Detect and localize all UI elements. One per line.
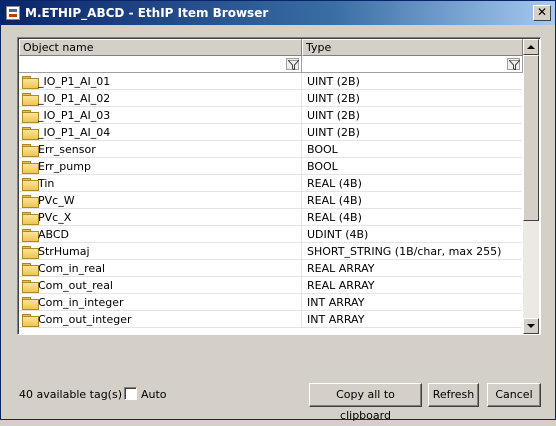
object-name-cell[interactable]: Tin <box>19 175 302 192</box>
close-button[interactable]: ✕ <box>533 5 551 21</box>
folder-icon <box>22 229 39 242</box>
folder-icon <box>22 314 39 327</box>
object-name-text: ABCD <box>38 228 70 241</box>
object-name-text: _IO_P1_AI_03 <box>38 109 111 122</box>
object-name-cell[interactable]: PVc_X <box>19 209 302 226</box>
auto-checkbox-label[interactable]: Auto <box>141 388 167 401</box>
vertical-scrollbar[interactable] <box>523 39 539 334</box>
table-row[interactable]: _IO_P1_AI_01 UINT (2B) <box>19 73 522 90</box>
type-cell[interactable]: BOOL <box>303 158 522 175</box>
table-row[interactable]: _IO_P1_AI_02 UINT (2B) <box>19 90 522 107</box>
folder-icon <box>22 178 39 191</box>
app-icon <box>6 6 20 20</box>
folder-icon <box>22 246 39 259</box>
cancel-button[interactable]: Cancel <box>487 383 541 407</box>
item-browser-window: M.ETHIP_ABCD - EthIP Item Browser ✕ Obje… <box>0 0 556 422</box>
table-row[interactable]: Err_sensor BOOL <box>19 141 522 158</box>
tag-grid[interactable]: Object name Type _IO_P1_AI_01 UINT (2B) _I… <box>17 37 541 335</box>
table-row[interactable]: Com_in_integer INT ARRAY <box>19 294 522 311</box>
table-row[interactable]: Tin REAL (4B) <box>19 175 522 192</box>
table-row[interactable]: PVc_W REAL (4B) <box>19 192 522 209</box>
type-cell[interactable]: UDINT (4B) <box>303 226 522 243</box>
table-row[interactable]: Com_out_real REAL ARRAY <box>19 277 522 294</box>
column-header-type[interactable]: Type <box>302 39 523 56</box>
table-row[interactable]: _IO_P1_AI_03 UINT (2B) <box>19 107 522 124</box>
object-name-text: Err_sensor <box>38 143 96 156</box>
object-name-text: PVc_X <box>38 211 72 224</box>
table-row[interactable]: Com_out_integer INT ARRAY <box>19 311 522 328</box>
object-name-text: StrHumaj <box>38 245 90 258</box>
copy-all-to-clipboard-button[interactable]: Copy all to clipboard <box>309 383 422 422</box>
folder-icon <box>22 161 39 174</box>
type-cell[interactable]: REAL (4B) <box>303 175 522 192</box>
tag-count-label: 40 available tag(s) <box>19 388 122 401</box>
object-name-text: Com_in_integer <box>38 296 124 309</box>
table-row[interactable]: PVc_X REAL (4B) <box>19 209 522 226</box>
table-row[interactable]: ABCD UDINT (4B) <box>19 226 522 243</box>
object-name-text: Com_in_real <box>38 262 105 275</box>
type-cell[interactable]: REAL (4B) <box>303 192 522 209</box>
filter-type-cell[interactable] <box>302 56 523 73</box>
table-row[interactable]: StrHumaj SHORT_STRING (1B/char, max 255) <box>19 243 522 260</box>
type-cell[interactable]: UINT (2B) <box>303 90 522 107</box>
type-cell[interactable]: BOOL <box>303 141 522 158</box>
window-title: M.ETHIP_ABCD - EthIP Item Browser <box>25 6 269 20</box>
column-header-object-name[interactable]: Object name <box>19 39 302 56</box>
type-cell[interactable]: REAL (4B) <box>303 209 522 226</box>
folder-icon <box>22 110 39 123</box>
object-name-cell[interactable]: Com_in_integer <box>19 294 302 311</box>
filter-icon[interactable] <box>507 58 520 70</box>
type-cell[interactable]: SHORT_STRING (1B/char, max 255) <box>303 243 522 260</box>
object-name-cell[interactable]: Com_in_real <box>19 260 302 277</box>
folder-icon <box>22 297 39 310</box>
type-cell[interactable]: REAL ARRAY <box>303 260 522 277</box>
refresh-button[interactable]: Refresh <box>428 383 479 407</box>
folder-icon <box>22 195 39 208</box>
folder-icon <box>22 144 39 157</box>
type-cell[interactable]: REAL ARRAY <box>303 277 522 294</box>
folder-icon <box>22 263 39 276</box>
type-cell[interactable]: UINT (2B) <box>303 124 522 141</box>
object-name-text: Com_out_real <box>38 279 113 292</box>
scrollbar-thumb[interactable] <box>523 55 539 221</box>
scroll-up-arrow-icon[interactable] <box>523 39 539 55</box>
object-name-text: _IO_P1_AI_02 <box>38 92 111 105</box>
auto-checkbox[interactable] <box>124 387 137 400</box>
folder-icon <box>22 93 39 106</box>
type-cell[interactable]: UINT (2B) <box>303 73 522 90</box>
object-name-cell[interactable]: ABCD <box>19 226 302 243</box>
scroll-down-arrow-icon[interactable] <box>523 318 539 334</box>
object-name-cell[interactable]: _IO_P1_AI_04 <box>19 124 302 141</box>
object-name-cell[interactable]: Err_pump <box>19 158 302 175</box>
folder-icon <box>22 76 39 89</box>
object-name-cell[interactable]: StrHumaj <box>19 243 302 260</box>
title-bar[interactable]: M.ETHIP_ABCD - EthIP Item Browser ✕ <box>1 1 555 25</box>
tag-rows: _IO_P1_AI_01 UINT (2B) _IO_P1_AI_02 UINT (2… <box>19 73 522 335</box>
object-name-cell[interactable]: PVc_W <box>19 192 302 209</box>
filter-name-cell[interactable] <box>19 56 302 73</box>
type-cell[interactable]: INT ARRAY <box>303 311 522 328</box>
folder-icon <box>22 127 39 140</box>
table-row[interactable]: Com_in_real REAL ARRAY <box>19 260 522 277</box>
object-name-cell[interactable]: _IO_P1_AI_01 <box>19 73 302 90</box>
object-name-text: _IO_P1_AI_01 <box>38 75 111 88</box>
object-name-cell[interactable]: _IO_P1_AI_02 <box>19 90 302 107</box>
type-cell[interactable]: INT ARRAY <box>303 294 522 311</box>
object-name-text: Com_out_integer <box>38 313 132 326</box>
table-row[interactable]: Err_pump BOOL <box>19 158 522 175</box>
object-name-text: Tin <box>38 177 55 190</box>
object-name-text: _IO_P1_AI_04 <box>38 126 111 139</box>
object-name-cell[interactable]: Err_sensor <box>19 141 302 158</box>
object-name-text: Err_pump <box>38 160 91 173</box>
type-cell[interactable]: UINT (2B) <box>303 107 522 124</box>
object-name-cell[interactable]: Com_out_integer <box>19 311 302 328</box>
object-name-cell[interactable]: _IO_P1_AI_03 <box>19 107 302 124</box>
object-name-text: PVc_W <box>38 194 75 207</box>
object-name-cell[interactable]: Com_out_real <box>19 277 302 294</box>
folder-icon <box>22 212 39 225</box>
folder-icon <box>22 280 39 293</box>
filter-icon[interactable] <box>286 58 299 70</box>
table-row[interactable]: _IO_P1_AI_04 UINT (2B) <box>19 124 522 141</box>
